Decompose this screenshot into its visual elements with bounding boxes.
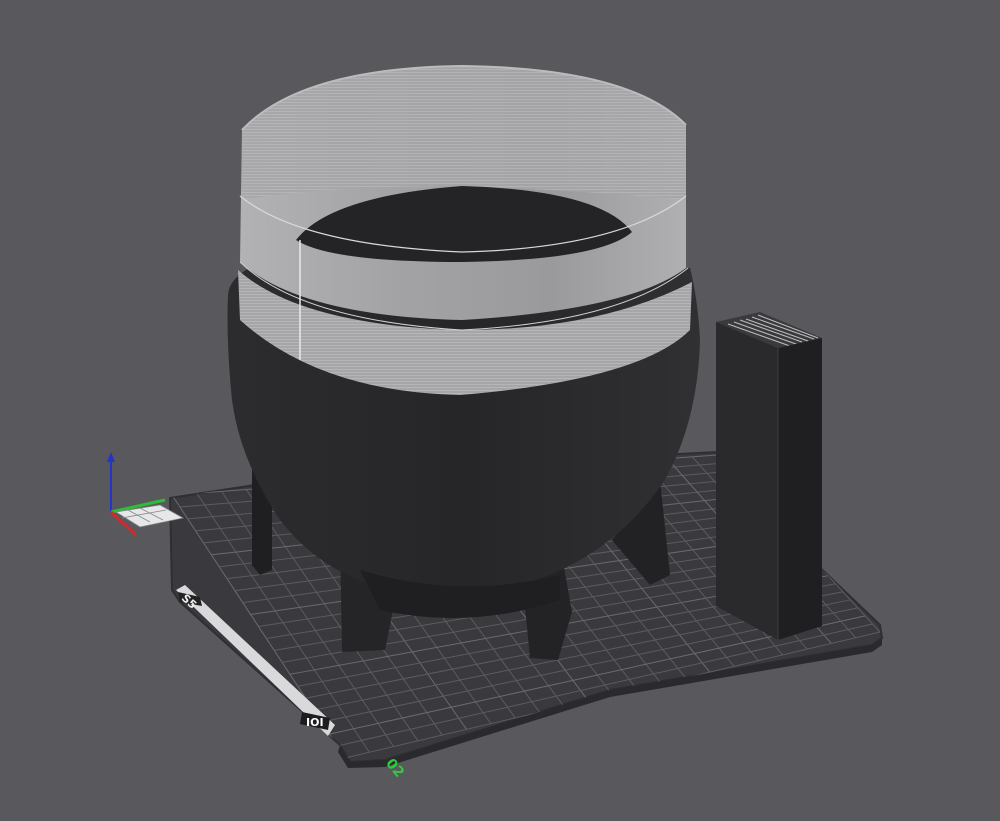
3d-viewport[interactable]: S5 IOI 02: [0, 0, 1000, 821]
z-axis-arrow-icon: [107, 452, 115, 462]
tower-model[interactable]: [716, 312, 822, 640]
scene-canvas[interactable]: S5 IOI 02: [0, 0, 1000, 821]
plate-front-label: IOI: [306, 716, 324, 729]
